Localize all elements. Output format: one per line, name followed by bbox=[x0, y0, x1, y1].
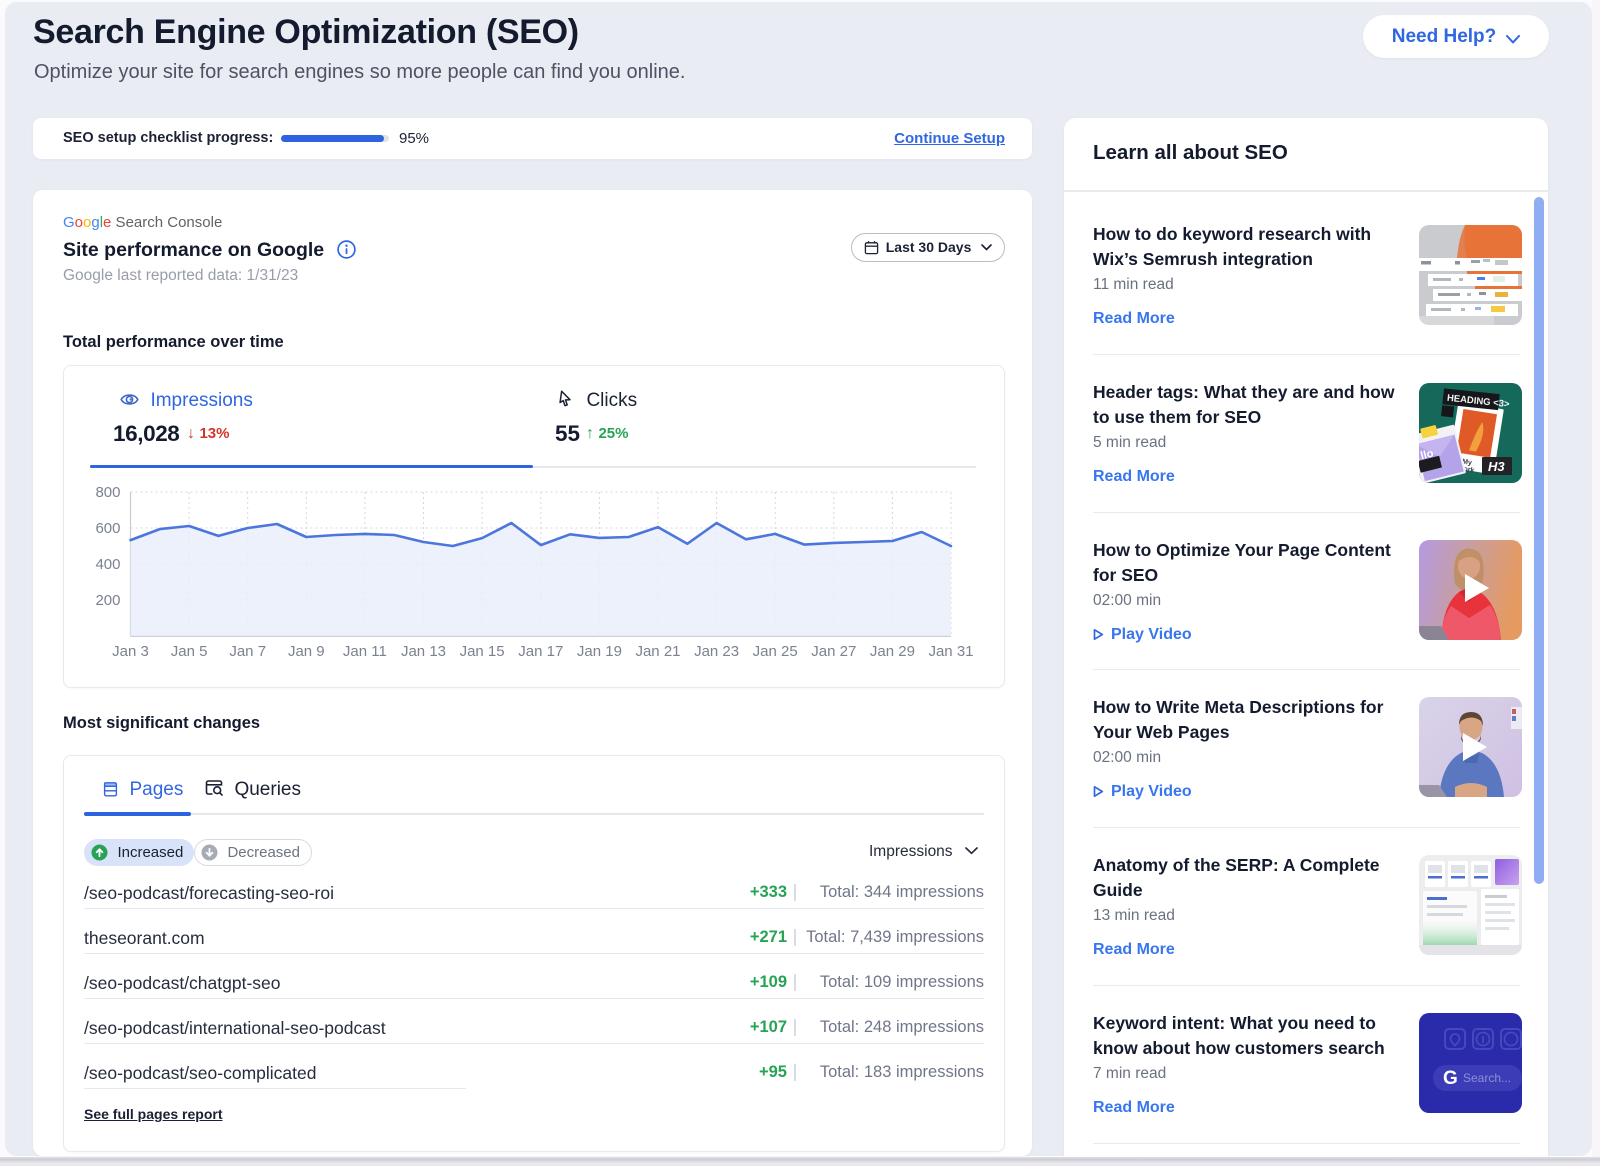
svg-text:Jan 5: Jan 5 bbox=[171, 643, 208, 660]
svg-text:Jan 21: Jan 21 bbox=[635, 643, 680, 660]
svg-text:800: 800 bbox=[95, 484, 120, 501]
svg-text:Jan 11: Jan 11 bbox=[343, 643, 387, 660]
svg-text:Jan 25: Jan 25 bbox=[753, 643, 798, 660]
svg-text:400: 400 bbox=[95, 556, 120, 573]
svg-text:Jan 7: Jan 7 bbox=[229, 643, 266, 660]
svg-text:Jan 31: Jan 31 bbox=[928, 643, 973, 660]
svg-text:H3: H3 bbox=[1488, 459, 1505, 474]
svg-text:Jan 3: Jan 3 bbox=[112, 643, 149, 660]
svg-text:Jan 23: Jan 23 bbox=[694, 643, 739, 660]
svg-text:600: 600 bbox=[95, 520, 120, 537]
svg-text:Jan 9: Jan 9 bbox=[288, 643, 325, 660]
svg-text:G: G bbox=[1443, 1068, 1458, 1089]
svg-text:Jan 17: Jan 17 bbox=[518, 643, 563, 660]
svg-text:Jan 27: Jan 27 bbox=[811, 643, 856, 660]
svg-text:200: 200 bbox=[95, 592, 120, 609]
svg-text:Jan 19: Jan 19 bbox=[577, 643, 622, 660]
svg-text:Jan 15: Jan 15 bbox=[460, 643, 505, 660]
svg-text:Jan 13: Jan 13 bbox=[401, 643, 446, 660]
svg-text:Search...: Search... bbox=[1463, 1071, 1511, 1085]
svg-text:Jan 29: Jan 29 bbox=[870, 643, 915, 660]
